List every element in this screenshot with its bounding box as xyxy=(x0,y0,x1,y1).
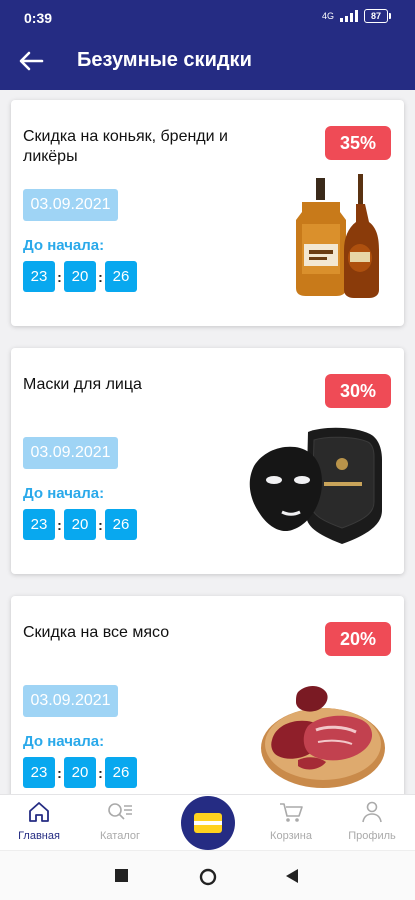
nav-home[interactable]: Главная xyxy=(4,801,74,847)
home-circle-icon[interactable] xyxy=(198,867,218,887)
nav-cart[interactable]: Корзина xyxy=(256,801,326,847)
recents-icon[interactable] xyxy=(115,869,129,883)
countdown-hours: 23 xyxy=(23,757,55,788)
battery-level: 87 xyxy=(364,9,388,23)
status-bar: 0:39 4G 87 xyxy=(0,0,415,34)
countdown-seconds: 26 xyxy=(105,757,137,788)
nav-home-label: Главная xyxy=(18,830,60,842)
status-icons: 4G 87 xyxy=(322,9,391,23)
discount-card[interactable]: Маски для лица 30% 03.09.2021 До начала:… xyxy=(11,348,404,574)
cart-icon xyxy=(280,803,303,822)
countdown-seconds: 26 xyxy=(105,509,137,540)
meat-board-image xyxy=(261,686,385,788)
status-time: 0:39 xyxy=(24,10,53,26)
loyalty-card-button[interactable] xyxy=(181,796,235,850)
network-type: 4G xyxy=(321,11,334,21)
card-icon xyxy=(194,813,222,833)
countdown-hours: 23 xyxy=(23,509,55,540)
discount-card[interactable]: Скидка на все мясо 20% 03.09.2021 До нач… xyxy=(11,596,404,794)
black-face-mask-image xyxy=(249,427,382,544)
countdown-minutes: 20 xyxy=(64,757,96,788)
countdown-label: До начала: xyxy=(23,485,105,502)
system-navigation-bar xyxy=(0,850,415,900)
discount-badge: 35% xyxy=(325,126,391,160)
catalog-search-icon xyxy=(108,803,132,820)
discount-title: Скидка на все мясо xyxy=(23,624,170,641)
back-triangle-icon[interactable] xyxy=(285,868,299,884)
countdown-label: До начала: xyxy=(23,237,105,254)
countdown-timer: 23: 20: 26 xyxy=(23,261,137,292)
discount-date: 03.09.2021 xyxy=(23,189,118,221)
battery-icon: 87 xyxy=(364,9,391,23)
discount-badge: 30% xyxy=(325,374,391,408)
countdown-minutes: 20 xyxy=(64,509,96,540)
nav-profile-label: Профиль xyxy=(348,830,396,842)
countdown-minutes: 20 xyxy=(64,261,96,292)
countdown-label: До начала: xyxy=(23,733,105,750)
nav-cart-label: Корзина xyxy=(270,830,312,842)
profile-icon xyxy=(362,801,382,823)
nav-catalog-label: Каталог xyxy=(100,830,140,842)
countdown-hours: 23 xyxy=(23,261,55,292)
countdown-timer: 23: 20: 26 xyxy=(23,757,137,788)
home-icon xyxy=(29,802,49,822)
discount-date: 03.09.2021 xyxy=(23,437,118,469)
nav-catalog[interactable]: Каталог xyxy=(85,801,155,847)
countdown-timer: 23: 20: 26 xyxy=(23,509,137,540)
page-title: Безумные скидки xyxy=(77,49,252,71)
signal-icon xyxy=(340,10,358,22)
discount-title: Скидка на коньяк, бренди и ликёры xyxy=(23,128,228,165)
back-arrow-icon[interactable] xyxy=(18,50,44,72)
nav-profile[interactable]: Профиль xyxy=(337,801,407,847)
app-bar: 0:39 4G 87 Безумные скидки xyxy=(0,0,415,90)
discount-list[interactable]: Скидка на коньяк, бренди и ликёры 35% 03… xyxy=(0,90,415,794)
discount-card[interactable]: Скидка на коньяк, бренди и ликёры 35% 03… xyxy=(11,100,404,326)
cognac-bottles-image xyxy=(296,174,379,298)
discount-title: Маски для лица xyxy=(23,376,142,393)
discount-badge: 20% xyxy=(325,622,391,656)
countdown-seconds: 26 xyxy=(105,261,137,292)
discount-date: 03.09.2021 xyxy=(23,685,118,717)
